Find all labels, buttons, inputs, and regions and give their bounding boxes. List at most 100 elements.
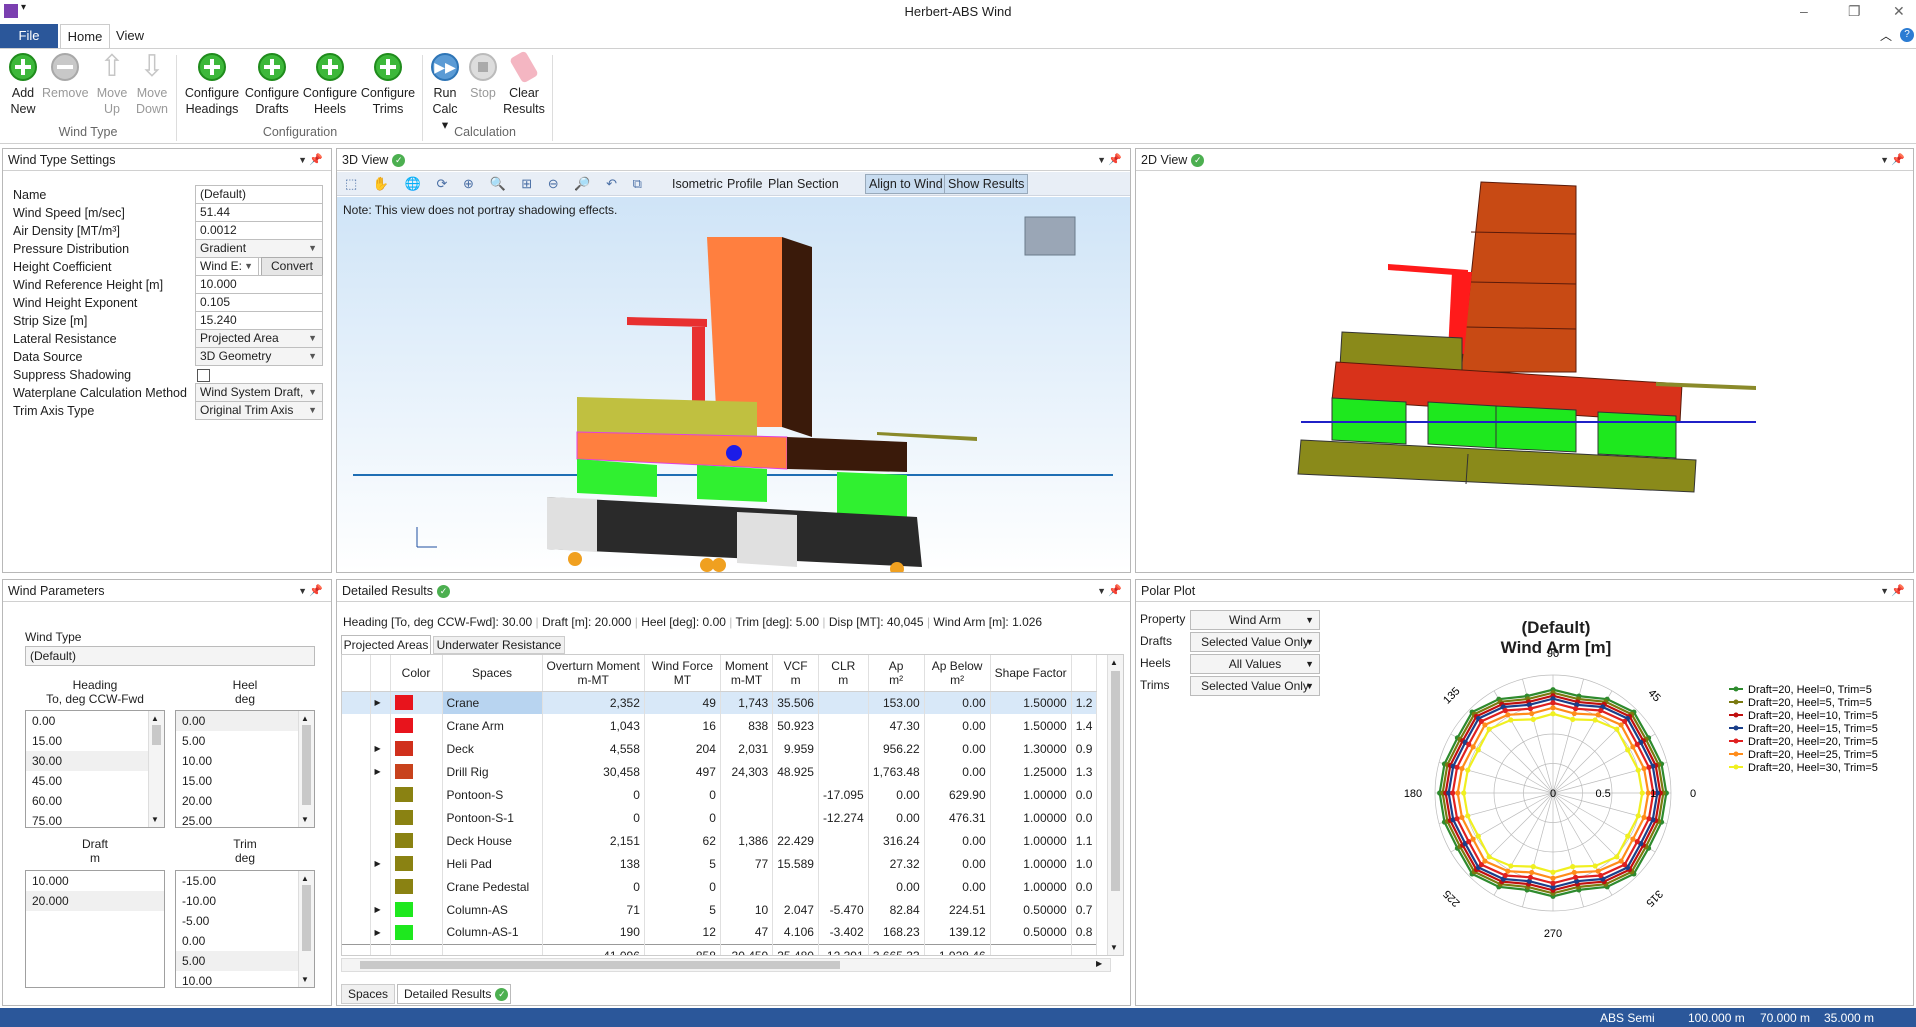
- expand-row-icon[interactable]: [370, 829, 391, 852]
- remove-button[interactable]: Remove: [42, 53, 89, 101]
- setting-value[interactable]: 0.0012: [195, 221, 323, 240]
- tab-detailed-results[interactable]: Detailed Results ✓: [397, 984, 511, 1004]
- tab-view[interactable]: View: [110, 24, 150, 48]
- expand-row-icon[interactable]: ▶: [370, 760, 391, 783]
- expand-row-icon[interactable]: ▶: [370, 852, 391, 875]
- pin-icon[interactable]: 📌: [1891, 149, 1905, 171]
- configure-drafts-button[interactable]: Configure Drafts: [244, 53, 300, 117]
- configure-headings-button[interactable]: Configure Headings: [182, 53, 242, 117]
- list-item[interactable]: 0.00: [176, 931, 314, 951]
- tab-underwater-resistance[interactable]: Underwater Resistance: [433, 636, 565, 654]
- list-item[interactable]: 15.00: [176, 771, 314, 791]
- list-item[interactable]: 0.00: [176, 711, 314, 731]
- table-row[interactable]: ▶ Column-AS-1 190 12 47 4.106 -3.402 168.23 139.…: [342, 921, 1098, 944]
- configure-trims-button[interactable]: Configure Trims: [360, 53, 416, 117]
- wind-type-field[interactable]: (Default): [25, 646, 315, 666]
- panel-menu-icon[interactable]: ▼: [1097, 149, 1106, 171]
- view-tool-icons[interactable]: ⬚ ✋ 🌐 ⟳ ⊕ 🔍 ⊞ ⊖ 🔎 ↶ ⧉: [345, 176, 648, 192]
- clear-results-button[interactable]: Clear Results: [502, 50, 546, 117]
- column-header[interactable]: Wind Force MT: [644, 655, 721, 692]
- column-header[interactable]: CLR m: [818, 655, 869, 692]
- suppress-shadowing-checkbox[interactable]: [197, 369, 210, 382]
- tab-file[interactable]: File: [0, 24, 58, 48]
- rig-2d-profile[interactable]: [1136, 172, 1913, 572]
- expand-row-icon[interactable]: ▶: [370, 921, 391, 944]
- list-scrollbar[interactable]: ▲ ▼: [148, 711, 164, 827]
- color-swatch[interactable]: [394, 856, 413, 872]
- move-up-button[interactable]: ⇧ Move Up: [94, 52, 130, 117]
- table-row[interactable]: ▶ Deck 4,558 204 2,031 9.959 956.22 0.00 1.30000…: [342, 737, 1098, 760]
- expand-row-icon[interactable]: ▶: [370, 737, 391, 760]
- setting-value[interactable]: 51.44: [195, 203, 323, 222]
- panel-menu-icon[interactable]: ▼: [1097, 580, 1106, 602]
- list-item[interactable]: 25.00: [176, 811, 314, 827]
- panel-menu-icon[interactable]: ▼: [1880, 580, 1889, 602]
- space-name[interactable]: Pontoon-S: [442, 783, 543, 806]
- color-swatch[interactable]: [394, 833, 413, 849]
- tab-home[interactable]: Home: [60, 24, 110, 48]
- color-swatch[interactable]: [394, 810, 413, 826]
- list-item[interactable]: -5.00: [176, 911, 314, 931]
- run-calc-button[interactable]: ▶▶ Run Calc ▾: [428, 53, 462, 133]
- list-item[interactable]: 75.00: [26, 811, 164, 827]
- column-header[interactable]: Color: [390, 655, 443, 692]
- setting-value[interactable]: Wind E: ▼: [195, 257, 259, 276]
- move-down-button[interactable]: ⇩ Move Down: [134, 52, 170, 117]
- panel-menu-icon[interactable]: ▼: [1880, 149, 1889, 171]
- setting-value[interactable]: (Default): [195, 185, 323, 204]
- collapse-ribbon-icon[interactable]: ︿: [1880, 27, 1892, 44]
- list-item[interactable]: 45.00: [26, 771, 164, 791]
- column-header[interactable]: Ap Below m²: [924, 655, 991, 692]
- stop-button[interactable]: Stop: [466, 53, 500, 101]
- color-swatch[interactable]: [394, 879, 413, 895]
- color-swatch[interactable]: [394, 764, 413, 780]
- list-item[interactable]: -10.00: [176, 891, 314, 911]
- expand-row-icon[interactable]: [370, 783, 391, 806]
- pin-icon[interactable]: 📌: [309, 149, 323, 171]
- tab-projected-areas[interactable]: Projected Areas: [341, 635, 431, 654]
- column-header[interactable]: VCF m: [772, 655, 819, 692]
- setting-value[interactable]: Wind System Draft, ▼: [195, 383, 323, 402]
- column-header[interactable]: Spaces: [442, 655, 543, 692]
- setting-value[interactable]: 15.240: [195, 311, 323, 330]
- expand-row-icon[interactable]: ▶: [370, 691, 391, 714]
- setting-value[interactable]: Projected Area ▼: [195, 329, 323, 348]
- setting-value[interactable]: 0.105: [195, 293, 323, 312]
- table-row[interactable]: Crane Arm 1,043 16 838 50.923 47.30 0.00 1.5000…: [342, 714, 1098, 737]
- pin-icon[interactable]: 📌: [309, 580, 323, 602]
- list-item[interactable]: 10.00: [176, 971, 314, 987]
- plan-button[interactable]: Plan: [768, 177, 793, 191]
- space-name[interactable]: Heli Pad: [442, 852, 543, 875]
- view-3d-canvas[interactable]: Note: This view does not portray shadowi…: [337, 197, 1130, 572]
- list-item[interactable]: 5.00: [176, 951, 314, 971]
- table-row[interactable]: ▶ Column-AS 71 5 10 2.047 -5.470 82.84 224.51 0.5…: [342, 898, 1098, 921]
- space-name[interactable]: Column-AS: [442, 898, 543, 921]
- color-swatch[interactable]: [394, 924, 413, 940]
- color-swatch[interactable]: [394, 902, 413, 918]
- color-swatch[interactable]: [394, 718, 413, 734]
- space-name[interactable]: Crane: [442, 691, 543, 714]
- pin-icon[interactable]: 📌: [1891, 580, 1905, 602]
- table-row[interactable]: Deck House 2,151 62 1,386 22.429 316.24 0.00 1.…: [342, 829, 1098, 852]
- results-hscroll[interactable]: ▶: [341, 958, 1111, 972]
- table-row[interactable]: Crane Pedestal 0 0 0.00 0.00 1.00000 0.0: [342, 875, 1098, 898]
- trim-list[interactable]: -15.00 -10.00 -5.00 0.00 5.00 10.00 ▲ ▼: [175, 870, 315, 988]
- setting-value[interactable]: 10.000: [195, 275, 323, 294]
- close-icon[interactable]: ✕: [1893, 3, 1905, 20]
- color-swatch[interactable]: [394, 787, 413, 803]
- list-item[interactable]: 20.00: [176, 791, 314, 811]
- space-name[interactable]: Deck House: [442, 829, 543, 852]
- list-item[interactable]: 0.00: [26, 711, 164, 731]
- table-row[interactable]: Pontoon-S-1 0 0 -12.274 0.00 476.31 1.00000 0.0: [342, 806, 1098, 829]
- list-item[interactable]: 10.000: [26, 871, 164, 891]
- add-new-button[interactable]: Add New: [6, 53, 40, 117]
- space-name[interactable]: Deck: [442, 737, 543, 760]
- column-header[interactable]: Overturn Moment m-MT: [542, 655, 645, 692]
- setting-value[interactable]: 3D Geometry ▼: [195, 347, 323, 366]
- profile-button[interactable]: Profile: [727, 177, 762, 191]
- column-header[interactable]: Ap m²: [868, 655, 925, 692]
- results-vscroll[interactable]: ▲ ▼: [1107, 655, 1123, 955]
- expand-row-icon[interactable]: [370, 714, 391, 737]
- space-name[interactable]: Crane Arm: [442, 714, 543, 737]
- list-item[interactable]: 20.000: [26, 891, 164, 911]
